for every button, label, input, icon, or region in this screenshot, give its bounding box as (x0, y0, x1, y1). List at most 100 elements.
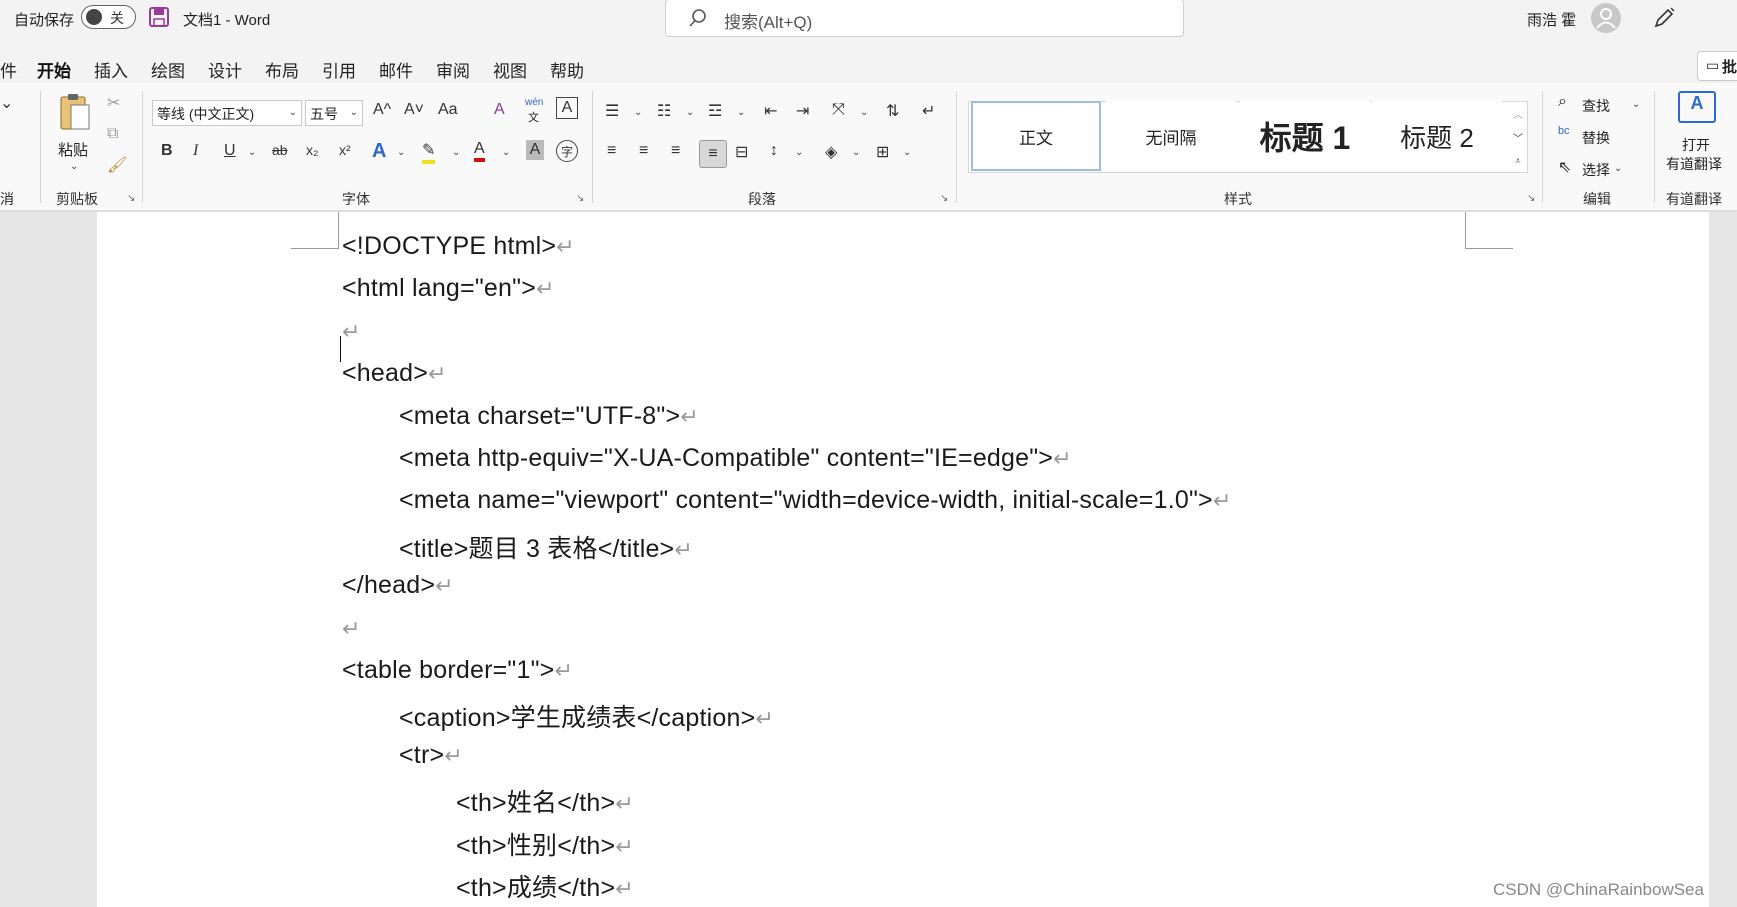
document-line[interactable]: ↵ (342, 614, 361, 643)
chevron-down-icon[interactable]: ⌄ (686, 107, 694, 118)
pinyin-icon[interactable]: wén (525, 97, 543, 108)
document-line[interactable]: <head>↵ (342, 359, 447, 388)
translate-button[interactable]: A 打开 有道翻译 (1660, 91, 1734, 181)
sort-icon[interactable]: ⇅ (886, 101, 899, 121)
subscript-icon[interactable]: x₂ (306, 142, 318, 158)
align-center-icon[interactable]: ≡ (639, 142, 648, 160)
font-color-icon[interactable]: A (474, 140, 485, 162)
superscript-icon[interactable]: x² (339, 142, 351, 158)
document-line[interactable]: <caption>学生成绩表</caption>↵ (399, 698, 774, 734)
highlight-icon[interactable]: ✎ (422, 140, 436, 164)
chevron-down-icon[interactable]: ⌄ (795, 147, 803, 158)
strikethrough-icon[interactable]: ab (272, 142, 288, 158)
document-line[interactable]: <th>性别</th>↵ (456, 826, 634, 862)
save-icon[interactable] (148, 6, 170, 28)
font-size-select[interactable]: 五号 ⌄ (305, 100, 363, 126)
tab-draw[interactable]: 绘图 (151, 57, 185, 82)
borders-icon[interactable]: ⊞ (876, 142, 889, 162)
underline-icon[interactable]: U (224, 142, 236, 160)
cut-icon[interactable]: ✂ (107, 93, 120, 113)
clear-format-icon[interactable]: A (494, 101, 505, 119)
document-area[interactable]: <!DOCTYPE html>↵ <html lang="en">↵ ↵ <head>… (0, 212, 1737, 907)
document-line[interactable]: <html lang="en">↵ (342, 274, 555, 303)
font-family-select[interactable]: 等线 (中文正文) ⌄ (152, 100, 302, 126)
document-line[interactable]: <!DOCTYPE html>↵ (342, 232, 575, 261)
shading-icon[interactable]: ◈ (825, 142, 837, 162)
tab-references[interactable]: 引用 (322, 57, 356, 82)
chevron-down-icon[interactable]: ⌄ (634, 107, 642, 118)
text-effect-icon[interactable]: A (372, 140, 386, 163)
chevron-down-icon[interactable]: ⌄ (860, 107, 868, 118)
line-spacing-icon[interactable]: ↕ (770, 142, 778, 160)
document-line[interactable]: </head>↵ (342, 571, 454, 600)
document-line[interactable]: <th>姓名</th>↵ (456, 783, 634, 819)
find-button[interactable]: ⌕ 查找 ⌄ (1558, 93, 1648, 117)
tab-layout[interactable]: 布局 (265, 57, 299, 82)
bullets-icon[interactable]: ☰ (605, 101, 619, 121)
chevron-down-icon[interactable]: ⌄ (852, 147, 860, 158)
tab-mailings[interactable]: 邮件 (379, 57, 413, 82)
char-border-icon[interactable]: A (556, 97, 578, 119)
document-line[interactable]: <tr>↵ (399, 741, 463, 770)
dialog-launcher-icon[interactable]: ↘ (127, 193, 135, 204)
avatar[interactable] (1591, 3, 1621, 33)
chevron-down-icon[interactable]: ⌄ (502, 147, 510, 158)
tab-home[interactable]: 开始 (37, 57, 71, 88)
chevron-down-icon[interactable]: ⌄ (248, 147, 256, 158)
increase-indent-icon[interactable]: ⇥ (796, 101, 809, 121)
tab-help[interactable]: 帮助 (550, 57, 584, 82)
distributed-icon[interactable]: ⊟ (735, 142, 748, 162)
document-line[interactable]: <meta charset="UTF-8">↵ (399, 402, 699, 431)
pen-icon[interactable] (1652, 6, 1676, 35)
comment-button[interactable]: ▭ 批 (1697, 51, 1737, 81)
tab-review[interactable]: 审阅 (436, 57, 470, 82)
more-styles-icon[interactable]: ⩡ (1508, 149, 1528, 173)
numbering-icon[interactable]: ☷ (657, 101, 671, 121)
enclose-char-icon[interactable]: 字 (556, 140, 578, 162)
italic-icon[interactable]: I (193, 142, 198, 160)
dialog-launcher-icon[interactable]: ↘ (940, 193, 948, 204)
scroll-up-icon[interactable]: ︿ (1508, 101, 1528, 125)
document-line[interactable]: <table border="1">↵ (342, 656, 573, 685)
tab-view[interactable]: 视图 (493, 57, 527, 82)
tab-design[interactable]: 设计 (208, 57, 242, 82)
autosave-toggle[interactable]: 关 (81, 5, 136, 29)
justify-icon[interactable]: ≡ (699, 140, 727, 168)
copy-icon[interactable]: ⧉ (107, 125, 118, 143)
document-line[interactable]: ↵ (342, 317, 361, 346)
style-heading-2[interactable]: 标题 2 (1372, 101, 1502, 171)
chevron-down-icon[interactable]: ⌄ (737, 107, 745, 118)
paste-button[interactable]: 粘贴 ⌄ (55, 91, 95, 172)
document-line[interactable]: <meta http-equiv="X-UA-Compatible" conte… (399, 444, 1072, 473)
dialog-launcher-icon[interactable]: ↘ (1527, 193, 1535, 204)
format-painter-icon[interactable]: 🖌 (107, 155, 127, 175)
document-line[interactable]: <th>成绩</th>↵ (456, 868, 634, 904)
document-line[interactable]: <title>题目 3 表格</title>↵ (399, 529, 693, 565)
replace-button[interactable]: ᵇᶜ 替换 (1558, 125, 1648, 149)
chevron-down-icon[interactable]: ⌄ (452, 147, 460, 158)
align-right-icon[interactable]: ≡ (671, 142, 680, 160)
char-shading-icon[interactable]: A (526, 140, 544, 160)
align-left-icon[interactable]: ≡ (607, 142, 616, 160)
chevron-down-icon[interactable]: ⌄ (397, 147, 405, 158)
change-case-icon[interactable]: Aa (438, 101, 458, 119)
select-button[interactable]: ⇖ 选择 ⌄ (1558, 157, 1648, 181)
dialog-launcher-icon[interactable]: ↘ (576, 193, 584, 204)
decrease-indent-icon[interactable]: ⇤ (764, 101, 777, 121)
bold-icon[interactable]: B (161, 142, 173, 160)
document-line[interactable]: <meta name="viewport" content="width=dev… (399, 486, 1231, 515)
style-no-spacing[interactable]: 无间隔 (1106, 101, 1236, 171)
scroll-down-icon[interactable]: ﹀ (1508, 125, 1528, 149)
page[interactable]: <!DOCTYPE html>↵ <html lang="en">↵ ↵ <head>… (97, 212, 1709, 907)
shrink-font-icon[interactable]: A˅ (404, 101, 424, 119)
chinese-layout-icon[interactable]: ⤧ (832, 101, 845, 119)
show-marks-icon[interactable]: ↵ (922, 101, 935, 121)
multilevel-list-icon[interactable]: ☲ (708, 101, 722, 121)
grow-font-icon[interactable]: A^ (373, 101, 391, 119)
style-heading-1[interactable]: 标题 1 (1240, 101, 1370, 171)
tab-file[interactable]: 件 (0, 57, 17, 82)
tab-insert[interactable]: 插入 (94, 57, 128, 82)
chevron-down-icon[interactable]: ⌄ (903, 147, 911, 158)
undo-dropdown-icon[interactable]: ⌄ (0, 93, 13, 113)
style-normal[interactable]: 正文 (971, 101, 1101, 171)
